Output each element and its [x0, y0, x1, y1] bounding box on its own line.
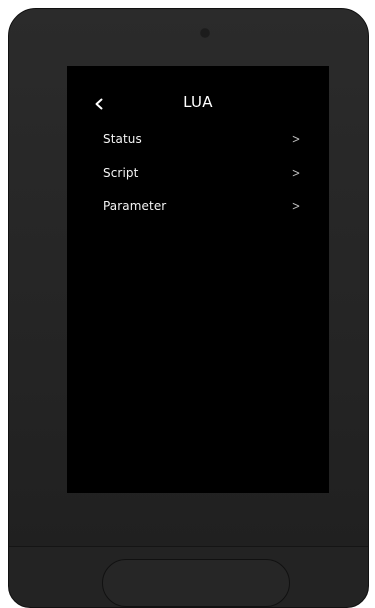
front-camera: [200, 28, 210, 38]
menu-item-parameter[interactable]: Parameter >: [103, 195, 301, 217]
menu-item-label: Parameter: [103, 199, 167, 213]
chevron-right-icon: >: [291, 199, 301, 213]
menu-item-script[interactable]: Script >: [103, 162, 301, 184]
menu-item-label: Script: [103, 166, 139, 180]
chevron-right-icon: >: [291, 166, 301, 180]
display-screen: LUA Status > Script > Parameter >: [67, 66, 329, 493]
menu-item-label: Status: [103, 132, 142, 146]
chevron-right-icon: >: [291, 132, 301, 146]
device-frame: LUA Status > Script > Parameter >: [8, 8, 369, 608]
home-button[interactable]: [102, 559, 290, 607]
page-title: LUA: [183, 93, 213, 111]
menu-item-status[interactable]: Status >: [103, 128, 301, 150]
